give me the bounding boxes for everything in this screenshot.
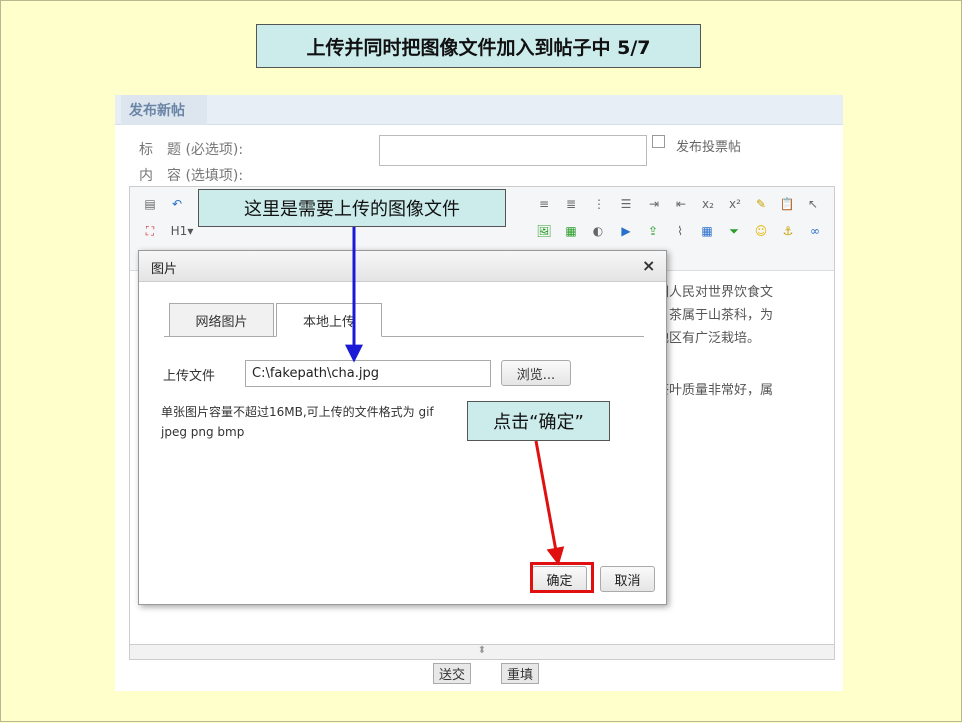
reset-button[interactable]: 重填 bbox=[501, 663, 539, 684]
upload-note: 单张图片容量不超过16MB,可上传的文件格式为 gif bbox=[161, 405, 434, 419]
subscript-icon[interactable]: x₂ bbox=[699, 195, 717, 213]
new-doc-icon[interactable]: ▤ bbox=[141, 195, 159, 213]
upload-file-label: 上传文件 bbox=[163, 369, 216, 384]
tab-network-image[interactable]: 网络图片 bbox=[169, 303, 274, 337]
undo-icon[interactable]: ↶ bbox=[168, 195, 186, 213]
vote-checkbox[interactable] bbox=[652, 135, 665, 148]
editor-text-line: 国人民对世界饮食文 bbox=[656, 285, 774, 300]
editor-resize-handle[interactable]: ⬍ bbox=[129, 644, 835, 660]
numbered-list-icon[interactable]: ⋮ bbox=[590, 195, 608, 213]
superscript-icon[interactable]: x² bbox=[726, 195, 744, 213]
slide-title: 上传并同时把图像文件加入到帖子中 5/7 bbox=[256, 24, 701, 68]
paste-icon[interactable]: 📋 bbox=[778, 195, 796, 213]
upload-icon[interactable]: ⇪ bbox=[644, 222, 662, 240]
table-icon[interactable]: ▦ bbox=[698, 222, 716, 240]
heading-icon[interactable]: H1▾ bbox=[168, 222, 196, 240]
callout-upload-file: 这里是需要上传的图像文件 bbox=[198, 189, 506, 227]
title-label: 标 题 (必选项): bbox=[139, 142, 244, 158]
indent-icon[interactable]: ⇥ bbox=[645, 195, 663, 213]
outdent-icon[interactable]: ⇤ bbox=[672, 195, 690, 213]
callout-click-ok: 点击“确定” bbox=[467, 401, 610, 441]
upload-formats: jpeg png bmp bbox=[161, 425, 245, 439]
close-icon[interactable]: × bbox=[642, 256, 655, 275]
attach-icon[interactable]: ⌇ bbox=[671, 222, 689, 240]
ok-highlight-box bbox=[530, 562, 594, 593]
form-header-bar: 发布新帖 bbox=[115, 95, 843, 125]
media-icon[interactable]: ▶ bbox=[617, 222, 635, 240]
dialog-title: 图片 bbox=[151, 262, 178, 277]
title-input[interactable] bbox=[379, 135, 647, 166]
browse-button[interactable]: 浏览... bbox=[501, 360, 571, 386]
slide: 上传并同时把图像文件加入到帖子中 5/7 发布新帖 标 题 (必选项): 内 容… bbox=[0, 0, 962, 722]
editor-text-line: 。茶属于山茶科，为 bbox=[656, 308, 774, 323]
flash-icon[interactable]: ◐ bbox=[589, 222, 607, 240]
editor-text-line: 地区有广泛栽培。 bbox=[656, 331, 761, 346]
content-label: 内 容 (选填项): bbox=[139, 168, 244, 184]
submit-button[interactable]: 送交 bbox=[433, 663, 471, 684]
emoticon-icon[interactable]: ☺ bbox=[752, 222, 770, 240]
cursor-icon[interactable]: ↖ bbox=[804, 195, 822, 213]
image-icon[interactable]: 🖼 bbox=[535, 222, 553, 240]
editor-text-line: 茶叶质量非常好，属 bbox=[656, 383, 774, 398]
fullscreen-icon[interactable]: ⛶ bbox=[141, 222, 159, 240]
list-icon[interactable]: ≣ bbox=[562, 195, 580, 213]
anchor-icon[interactable]: ⚓ bbox=[779, 222, 797, 240]
link-icon[interactable]: ∞ bbox=[806, 222, 824, 240]
form-header-tab: 发布新帖 bbox=[121, 95, 207, 125]
tab-local-upload[interactable]: 本地上传 bbox=[276, 303, 382, 337]
cancel-button[interactable]: 取消 bbox=[600, 566, 655, 592]
justify-icon[interactable]: ≡ bbox=[535, 195, 553, 213]
file-path-input[interactable]: C:\fakepath\cha.jpg bbox=[245, 360, 491, 387]
dialog-header: 图片 × bbox=[139, 251, 666, 282]
hr-icon[interactable]: ⏷ bbox=[725, 222, 743, 240]
vote-label: 发布投票帖 bbox=[676, 140, 742, 155]
multi-image-icon[interactable]: ▦ bbox=[562, 222, 580, 240]
eraser-icon[interactable]: ✎ bbox=[752, 195, 770, 213]
bullet-list-icon[interactable]: ☰ bbox=[617, 195, 635, 213]
